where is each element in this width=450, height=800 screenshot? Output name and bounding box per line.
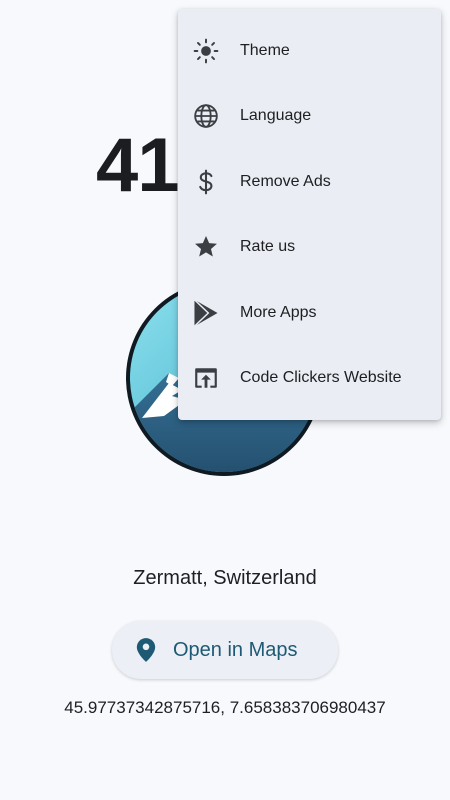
open-in-maps-button[interactable]: Open in Maps bbox=[112, 621, 338, 679]
location-pin-icon bbox=[135, 637, 157, 663]
menu-item-remove-ads[interactable]: Remove Ads bbox=[178, 154, 441, 210]
globe-icon bbox=[192, 102, 220, 130]
menu-item-label: Theme bbox=[240, 42, 290, 59]
menu-item-theme[interactable]: Theme bbox=[178, 23, 441, 79]
star-icon bbox=[192, 233, 220, 261]
coordinates-text: 45.97737342875716, 7.658383706980437 bbox=[64, 698, 386, 717]
menu-item-more-apps[interactable]: More Apps bbox=[178, 285, 441, 341]
open-in-maps-label: Open in Maps bbox=[173, 638, 298, 661]
place-name: Zermatt, Switzerland bbox=[133, 567, 317, 589]
menu-item-rate-us[interactable]: Rate us bbox=[178, 219, 441, 275]
menu-item-website[interactable]: Code Clickers Website bbox=[178, 350, 441, 406]
menu-item-language[interactable]: Language bbox=[178, 88, 441, 144]
dollar-icon bbox=[192, 168, 220, 196]
overflow-menu: Theme Language Remove Ads Rate us More A… bbox=[178, 9, 441, 420]
open-in-browser-icon bbox=[192, 364, 220, 392]
menu-item-label: Code Clickers Website bbox=[240, 369, 402, 386]
brightness-icon bbox=[192, 37, 220, 65]
menu-item-label: Language bbox=[240, 107, 312, 124]
menu-item-label: More Apps bbox=[240, 304, 317, 321]
menu-item-label: Remove Ads bbox=[240, 173, 331, 190]
menu-item-label: Rate us bbox=[240, 238, 296, 255]
play-store-icon bbox=[192, 299, 220, 327]
altitude-value: 41 bbox=[96, 123, 180, 208]
